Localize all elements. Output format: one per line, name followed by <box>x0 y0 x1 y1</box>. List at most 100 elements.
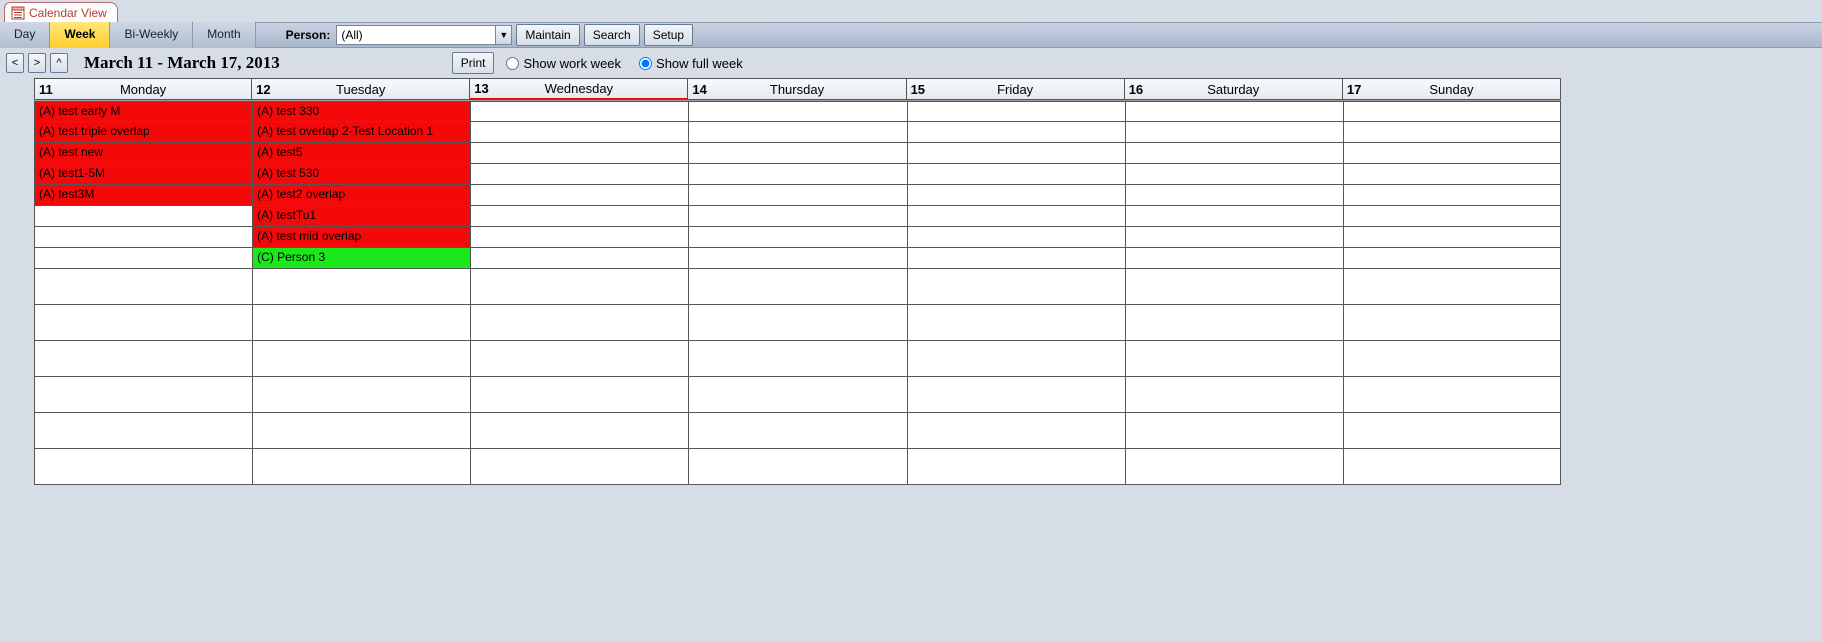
calendar-slot[interactable] <box>1344 248 1560 269</box>
calendar-slot[interactable] <box>1344 164 1560 185</box>
calendar-slot[interactable] <box>1344 341 1560 377</box>
calendar-slot[interactable] <box>471 185 688 206</box>
calendar-event[interactable]: (C) Person 3 <box>253 248 470 269</box>
setup-button[interactable]: Setup <box>644 24 693 46</box>
calendar-slot[interactable] <box>1126 122 1343 143</box>
day-header[interactable]: 17Sunday <box>1343 78 1561 100</box>
calendar-slot[interactable] <box>689 305 906 341</box>
calendar-slot[interactable] <box>253 449 470 485</box>
calendar-slot[interactable] <box>908 449 1125 485</box>
calendar-event[interactable]: (A) test triple overlap <box>35 122 252 143</box>
calendar-slot[interactable] <box>908 227 1125 248</box>
calendar-slot[interactable] <box>689 449 906 485</box>
calendar-slot[interactable] <box>471 449 688 485</box>
calendar-event[interactable]: (A) test3M <box>35 185 252 206</box>
calendar-slot[interactable] <box>35 248 252 269</box>
calendar-slot[interactable] <box>1126 413 1343 449</box>
calendar-slot[interactable] <box>253 413 470 449</box>
calendar-slot[interactable] <box>908 185 1125 206</box>
calendar-slot[interactable] <box>471 305 688 341</box>
calendar-event[interactable]: (A) test overlap 2-Test Location 1 <box>253 122 470 143</box>
calendar-slot[interactable] <box>471 206 688 227</box>
show-full-week-radio-input[interactable] <box>639 57 652 70</box>
calendar-slot[interactable] <box>1126 377 1343 413</box>
calendar-slot[interactable] <box>471 164 688 185</box>
calendar-slot[interactable] <box>1344 449 1560 485</box>
day-header[interactable]: 13Wednesday <box>470 78 688 100</box>
calendar-slot[interactable] <box>471 227 688 248</box>
calendar-slot[interactable] <box>908 164 1125 185</box>
calendar-event[interactable]: (A) test 330 <box>253 101 470 122</box>
calendar-event[interactable]: (A) test2 overlap <box>253 185 470 206</box>
calendar-slot[interactable] <box>35 377 252 413</box>
calendar-slot[interactable] <box>1126 341 1343 377</box>
calendar-slot[interactable] <box>35 269 252 305</box>
calendar-slot[interactable] <box>689 227 906 248</box>
calendar-slot[interactable] <box>1126 185 1343 206</box>
calendar-slot[interactable] <box>689 185 906 206</box>
calendar-slot[interactable] <box>689 101 906 122</box>
calendar-slot[interactable] <box>471 341 688 377</box>
calendar-slot[interactable] <box>1344 206 1560 227</box>
calendar-slot[interactable] <box>1126 248 1343 269</box>
next-button[interactable]: > <box>28 53 46 73</box>
calendar-slot[interactable] <box>35 341 252 377</box>
calendar-slot[interactable] <box>908 206 1125 227</box>
calendar-slot[interactable] <box>471 413 688 449</box>
calendar-slot[interactable] <box>689 143 906 164</box>
calendar-slot[interactable] <box>1344 227 1560 248</box>
calendar-slot[interactable] <box>1126 449 1343 485</box>
calendar-slot[interactable] <box>1126 143 1343 164</box>
calendar-slot[interactable] <box>1344 377 1560 413</box>
calendar-slot[interactable] <box>1344 305 1560 341</box>
calendar-slot[interactable] <box>1126 227 1343 248</box>
calendar-slot[interactable] <box>253 269 470 305</box>
calendar-slot[interactable] <box>689 413 906 449</box>
day-header[interactable]: 11Monday <box>34 78 252 100</box>
calendar-slot[interactable] <box>908 143 1125 164</box>
calendar-event[interactable]: (A) test1-5M <box>35 164 252 185</box>
up-button[interactable]: ^ <box>50 53 68 73</box>
calendar-slot[interactable] <box>471 377 688 413</box>
calendar-slot[interactable] <box>689 122 906 143</box>
calendar-slot[interactable] <box>35 227 252 248</box>
calendar-slot[interactable] <box>689 248 906 269</box>
calendar-slot[interactable] <box>689 377 906 413</box>
person-select[interactable]: ▼ <box>336 25 512 45</box>
day-header[interactable]: 14Thursday <box>688 78 906 100</box>
calendar-slot[interactable] <box>253 377 470 413</box>
show-work-week-radio-input[interactable] <box>506 57 519 70</box>
calendar-slot[interactable] <box>908 101 1125 122</box>
day-header[interactable]: 16Saturday <box>1125 78 1343 100</box>
calendar-slot[interactable] <box>1126 269 1343 305</box>
show-work-week-radio[interactable]: Show work week <box>506 56 621 71</box>
view-week-button[interactable]: Week <box>50 22 110 48</box>
calendar-slot[interactable] <box>1126 164 1343 185</box>
calendar-slot[interactable] <box>689 341 906 377</box>
calendar-slot[interactable] <box>35 413 252 449</box>
calendar-slot[interactable] <box>908 269 1125 305</box>
calendar-slot[interactable] <box>689 269 906 305</box>
view-biweekly-button[interactable]: Bi-Weekly <box>110 22 193 48</box>
calendar-event[interactable]: (A) test new <box>35 143 252 164</box>
calendar-event[interactable]: (A) test5 <box>253 143 470 164</box>
calendar-slot[interactable] <box>908 122 1125 143</box>
calendar-slot[interactable] <box>1344 185 1560 206</box>
calendar-slot[interactable] <box>1344 122 1560 143</box>
show-full-week-radio[interactable]: Show full week <box>639 56 743 71</box>
calendar-slot[interactable] <box>471 143 688 164</box>
calendar-slot[interactable] <box>471 101 688 122</box>
calendar-slot[interactable] <box>253 341 470 377</box>
calendar-slot[interactable] <box>908 413 1125 449</box>
calendar-slot[interactable] <box>1344 269 1560 305</box>
calendar-slot[interactable] <box>1126 101 1343 122</box>
print-button[interactable]: Print <box>452 52 495 74</box>
calendar-event[interactable]: (A) test mid overlap <box>253 227 470 248</box>
calendar-slot[interactable] <box>1344 101 1560 122</box>
maintain-button[interactable]: Maintain <box>516 24 579 46</box>
calendar-slot[interactable] <box>1126 206 1343 227</box>
view-month-button[interactable]: Month <box>193 22 255 48</box>
calendar-slot[interactable] <box>471 122 688 143</box>
calendar-slot[interactable] <box>471 269 688 305</box>
calendar-event[interactable]: (A) test 530 <box>253 164 470 185</box>
